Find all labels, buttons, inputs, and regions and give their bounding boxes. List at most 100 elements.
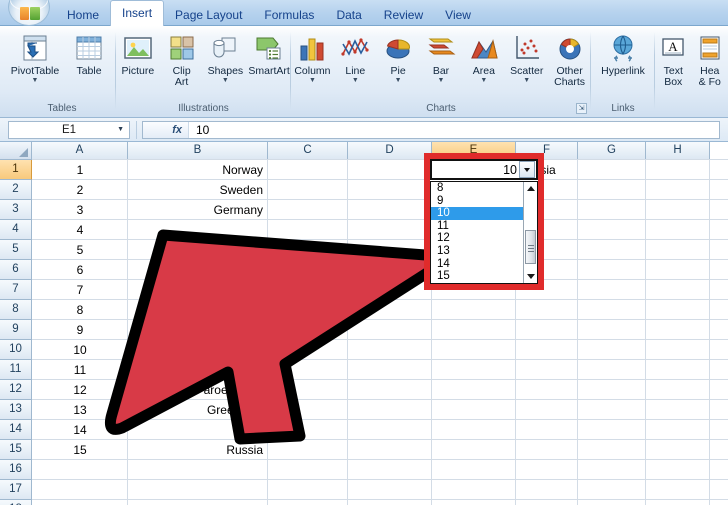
cell-B11[interactable]: Hungary	[128, 360, 268, 380]
cell-A13[interactable]: 13	[32, 400, 128, 420]
row-header-3[interactable]: 3	[0, 200, 32, 220]
column-header-C[interactable]: C	[268, 142, 348, 160]
cell-B2[interactable]: Sweden	[128, 180, 268, 200]
cell-B8[interactable]: Nether	[128, 300, 268, 320]
tab-insert[interactable]: Insert	[110, 0, 165, 26]
tab-review[interactable]: Review	[373, 4, 434, 26]
cell-A12[interactable]: 12	[32, 380, 128, 400]
dropdown-arrow-button[interactable]	[519, 161, 535, 178]
ribbon-button-table[interactable]: Table	[62, 28, 116, 77]
ribbon-button-shapes[interactable]: Shapes ▼	[204, 28, 248, 84]
row-header-4[interactable]: 4	[0, 220, 32, 240]
ribbon-button-line[interactable]: Line ▼	[334, 28, 377, 84]
row-header-11[interactable]: 11	[0, 360, 32, 380]
ribbon-button-pie[interactable]: Pie ▼	[377, 28, 420, 84]
dropdown-option-8[interactable]: 8	[431, 182, 524, 195]
ribbon-button-pivottable[interactable]: PivotTable ▼	[8, 28, 62, 84]
validation-dropdown-list[interactable]: 8 9 10 11 12 13 14 15	[430, 181, 538, 284]
cell-A1[interactable]: 1	[32, 160, 128, 180]
row-header-1[interactable]: 1	[0, 160, 32, 180]
ribbon-button-text-box[interactable]: A Text Box	[655, 28, 692, 88]
cell-B3[interactable]: Germany	[128, 200, 268, 220]
chevron-down-icon[interactable]: ▼	[32, 77, 39, 84]
column-header-A[interactable]: A	[32, 142, 128, 160]
chevron-down-icon[interactable]: ▼	[438, 77, 445, 84]
cell-B15[interactable]: Russia	[128, 440, 268, 460]
row-header-15[interactable]: 15	[0, 440, 32, 460]
cell-A15[interactable]: 15	[32, 440, 128, 460]
tab-page-layout[interactable]: Page Layout	[164, 4, 253, 26]
cell-B7[interactable]: Denmark	[128, 280, 268, 300]
dropdown-option-12[interactable]: 12	[431, 232, 524, 245]
column-header-D[interactable]: D	[348, 142, 432, 160]
cell-B12[interactable]: Faroe Island	[128, 380, 268, 400]
name-box[interactable]: E1 ▼	[8, 120, 130, 139]
worksheet-grid[interactable]: ABCDEFGH 123456789101112131415161718 1No…	[0, 142, 728, 505]
grid-cells[interactable]: 1Norway Russia 2Sweden3Germany456United K7…	[32, 159, 728, 505]
tab-home[interactable]: Home	[56, 4, 110, 26]
row-header-2[interactable]: 2	[0, 180, 32, 200]
chevron-down-icon[interactable]: ▼	[117, 126, 124, 133]
tab-formulas[interactable]: Formulas	[253, 4, 325, 26]
cell-A5[interactable]: 5	[32, 240, 128, 260]
column-header-B[interactable]: B	[128, 142, 268, 160]
dropdown-option-9[interactable]: 9	[431, 195, 524, 208]
row-header-7[interactable]: 7	[0, 280, 32, 300]
dropdown-option-14[interactable]: 14	[431, 258, 524, 271]
cell-A10[interactable]: 10	[32, 340, 128, 360]
validation-cell[interactable]: 10	[430, 159, 538, 180]
office-button[interactable]	[8, 0, 50, 26]
dropdown-option-13[interactable]: 13	[431, 245, 524, 258]
cell-A6[interactable]: 6	[32, 260, 128, 280]
chevron-down-icon[interactable]: ▼	[352, 77, 359, 84]
ribbon-button-column[interactable]: Column ▼	[291, 28, 334, 84]
ribbon-button-bar[interactable]: Bar ▼	[420, 28, 463, 84]
tab-view[interactable]: View	[434, 4, 482, 26]
ribbon-button-area[interactable]: Area ▼	[462, 28, 505, 84]
dropdown-option-11[interactable]: 11	[431, 220, 524, 233]
select-all-corner[interactable]	[0, 142, 32, 160]
row-header-10[interactable]: 10	[0, 340, 32, 360]
dropdown-option-10[interactable]: 10	[431, 207, 524, 220]
ribbon-button-picture[interactable]: Picture	[116, 28, 160, 77]
ribbon-button-smartart[interactable]: SmartArt	[247, 28, 291, 77]
dialog-launcher-icon[interactable]: ⇲	[576, 103, 587, 114]
ribbon-button-hyperlink[interactable]: Hyperlink	[596, 28, 650, 77]
scroll-up-icon[interactable]	[524, 182, 537, 195]
row-header-12[interactable]: 12	[0, 380, 32, 400]
cell-A2[interactable]: 2	[32, 180, 128, 200]
row-header-14[interactable]: 14	[0, 420, 32, 440]
column-header-H[interactable]: H	[646, 142, 710, 160]
row-header-18[interactable]: 18	[0, 500, 32, 505]
formula-input[interactable]: 10	[189, 123, 209, 137]
ribbon-button-scatter[interactable]: Scatter ▼	[505, 28, 548, 84]
row-header-16[interactable]: 16	[0, 460, 32, 480]
row-header-6[interactable]: 6	[0, 260, 32, 280]
cell-A8[interactable]: 8	[32, 300, 128, 320]
cell-A11[interactable]: 11	[32, 360, 128, 380]
formula-input-wrapper[interactable]: fx 10	[142, 120, 720, 139]
scroll-down-icon[interactable]	[524, 270, 537, 283]
cell-A4[interactable]: 4	[32, 220, 128, 240]
row-header-8[interactable]: 8	[0, 300, 32, 320]
chevron-down-icon[interactable]: ▼	[480, 77, 487, 84]
cell-A3[interactable]: 3	[32, 200, 128, 220]
cell-A7[interactable]: 7	[32, 280, 128, 300]
row-header-5[interactable]: 5	[0, 240, 32, 260]
insert-function-icon[interactable]: fx	[143, 121, 189, 138]
chevron-down-icon[interactable]: ▼	[309, 77, 316, 84]
dropdown-scrollbar[interactable]	[523, 182, 537, 283]
tab-data[interactable]: Data	[325, 4, 372, 26]
cell-A9[interactable]: 9	[32, 320, 128, 340]
scrollbar-thumb[interactable]	[525, 230, 536, 264]
row-header-17[interactable]: 17	[0, 480, 32, 500]
row-header-13[interactable]: 13	[0, 400, 32, 420]
ribbon-button-hea-fo[interactable]: Hea & Fo	[692, 28, 728, 88]
chevron-down-icon[interactable]: ▼	[222, 77, 229, 84]
cell-B1[interactable]: Norway	[128, 160, 268, 180]
cell-A14[interactable]: 14	[32, 420, 128, 440]
chevron-down-icon[interactable]: ▼	[523, 77, 530, 84]
ribbon-button-clip-art[interactable]: Clip Art	[160, 28, 204, 88]
ribbon-button-other-charts[interactable]: Other Charts	[548, 28, 591, 88]
row-header-9[interactable]: 9	[0, 320, 32, 340]
